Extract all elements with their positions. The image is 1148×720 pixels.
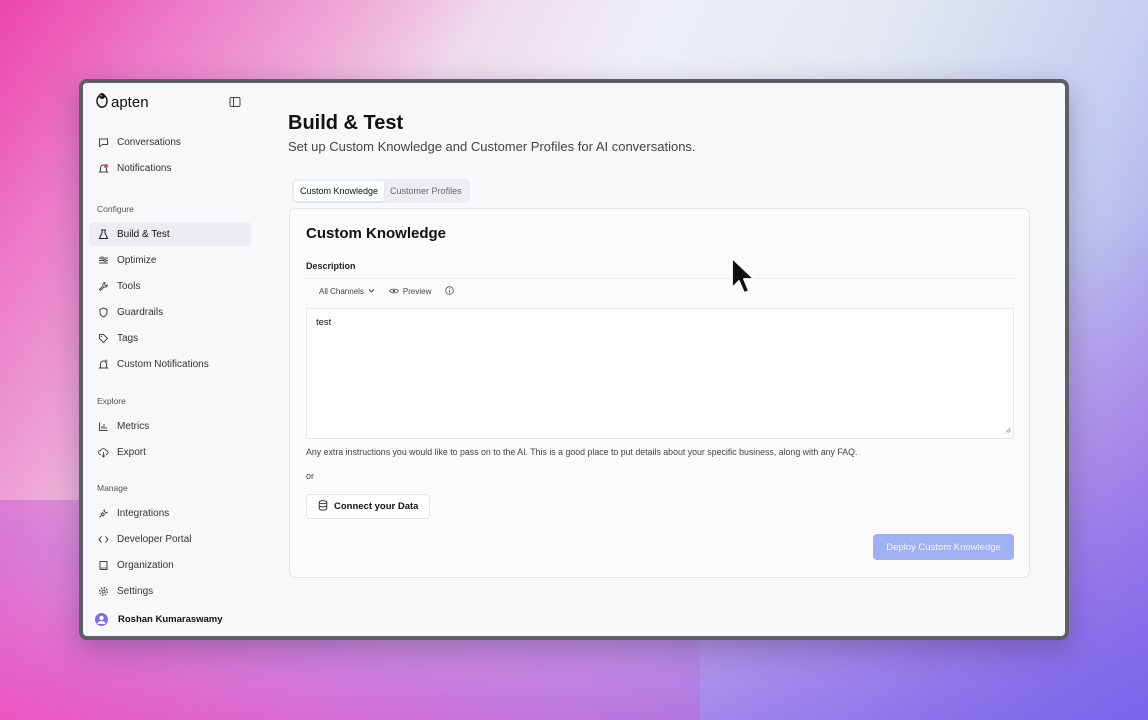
flask-icon (97, 228, 109, 240)
bell-plus-icon (97, 359, 109, 371)
book-icon (97, 559, 109, 571)
nav-manage: Manage Integrations Developer Portal Org… (89, 483, 251, 606)
tab-bar: Custom Knowledge Customer Profiles (292, 179, 470, 203)
tag-icon (97, 333, 109, 345)
sidebar-item-settings[interactable]: Settings (89, 580, 251, 604)
textarea-value: test (316, 317, 332, 328)
sidebar-item-export[interactable]: Export (89, 440, 251, 464)
mouse-pointer-icon (730, 256, 755, 301)
connect-data-button[interactable]: Connect your Data (306, 494, 431, 519)
sidebar-item-optimize[interactable]: Optimize (89, 248, 251, 272)
section-label-manage: Manage (97, 483, 128, 493)
channel-select-value: All Channels (319, 287, 364, 296)
sidebar-item-conversations[interactable]: Conversations (89, 130, 251, 154)
sidebar-item-label: Conversations (117, 136, 181, 148)
connect-data-label: Connect your Data (334, 501, 419, 512)
sidebar-item-tags[interactable]: Tags (89, 327, 251, 351)
bell-icon (97, 162, 109, 174)
chat-icon (97, 136, 109, 148)
brand-name: apten (111, 94, 149, 111)
channel-select[interactable]: All Channels (319, 287, 375, 296)
avatar (95, 613, 108, 626)
eye-icon (388, 287, 399, 297)
info-icon (445, 286, 455, 297)
nav-explore: Explore Metrics Export (89, 396, 251, 466)
sidebar-item-label: Integrations (117, 507, 170, 519)
shield-icon (97, 307, 109, 319)
page-subtitle: Set up Custom Knowledge and Customer Pro… (288, 139, 696, 154)
user-profile[interactable]: Roshan Kumaraswamy (95, 613, 223, 626)
sidebar-toggle-icon[interactable] (229, 95, 241, 113)
sidebar-item-label: Developer Portal (117, 533, 192, 545)
wrench-icon (97, 280, 109, 292)
sidebar-item-tools[interactable]: Tools (89, 274, 251, 298)
sidebar-item-integrations[interactable]: Integrations (89, 501, 251, 525)
custom-knowledge-card: Custom Knowledge Description All Channel… (289, 208, 1030, 578)
sliders-icon (97, 254, 109, 266)
brand-logo[interactable]: apten (95, 92, 149, 113)
nav-top: Conversations Notifications (89, 130, 251, 182)
deploy-custom-knowledge-button[interactable]: Deploy Custom Knowledge (873, 534, 1014, 560)
app-window: apten Conversations Notifications Config… (79, 79, 1069, 640)
sidebar-item-label: Optimize (117, 254, 157, 266)
sidebar-item-organization[interactable]: Organization (89, 553, 251, 577)
sidebar-item-label: Tools (117, 280, 141, 292)
sidebar-item-custom-notifications[interactable]: Custom Notifications (89, 353, 251, 377)
description-label: Description (306, 261, 356, 271)
editor-toolbar: All Channels Preview (306, 278, 1014, 304)
sidebar: apten Conversations Notifications Config… (83, 83, 255, 636)
sidebar-item-label: Metrics (117, 420, 150, 432)
sidebar-item-label: Tags (117, 333, 139, 345)
plug-icon (97, 507, 109, 519)
chevron-down-icon (368, 287, 375, 296)
sidebar-item-notifications[interactable]: Notifications (89, 156, 251, 180)
resize-handle-icon[interactable] (1005, 425, 1011, 436)
sidebar-item-label: Notifications (117, 162, 172, 174)
sidebar-item-label: Build & Test (117, 228, 170, 240)
sidebar-item-build-test[interactable]: Build & Test (89, 222, 251, 246)
sidebar-item-label: Export (117, 446, 146, 458)
bar-chart-icon (97, 420, 109, 432)
sidebar-item-label: Custom Notifications (117, 359, 209, 371)
card-title: Custom Knowledge (306, 225, 447, 242)
gear-icon (97, 586, 109, 598)
sidebar-item-label: Settings (117, 586, 154, 598)
section-label-configure: Configure (97, 204, 134, 214)
helper-text: Any extra instructions you would like to… (306, 447, 858, 457)
main-content: Build & Test Set up Custom Knowledge and… (288, 83, 1065, 636)
preview-label: Preview (402, 287, 432, 296)
or-divider-text: or (306, 471, 315, 481)
database-icon (318, 499, 328, 514)
sidebar-item-label: Organization (117, 559, 174, 571)
sidebar-item-metrics[interactable]: Metrics (89, 414, 251, 438)
description-textarea[interactable]: test (306, 308, 1014, 439)
preview-button[interactable]: Preview (388, 287, 432, 297)
user-name: Roshan Kumaraswamy (118, 614, 223, 625)
sidebar-item-developer-portal[interactable]: Developer Portal (89, 527, 251, 551)
nav-configure: Configure Build & Test Optimize Tools Gu… (89, 204, 251, 379)
sidebar-item-label: Guardrails (117, 307, 164, 319)
penguin-logo-icon (95, 92, 109, 113)
info-button[interactable] (445, 286, 455, 297)
page-title: Build & Test (288, 112, 404, 134)
code-icon (97, 533, 109, 545)
sidebar-item-guardrails[interactable]: Guardrails (89, 301, 251, 325)
cloud-download-icon (97, 446, 109, 458)
tab-customer-profiles[interactable]: Customer Profiles (384, 181, 468, 201)
tab-custom-knowledge[interactable]: Custom Knowledge (294, 181, 385, 201)
section-label-explore: Explore (97, 396, 126, 406)
